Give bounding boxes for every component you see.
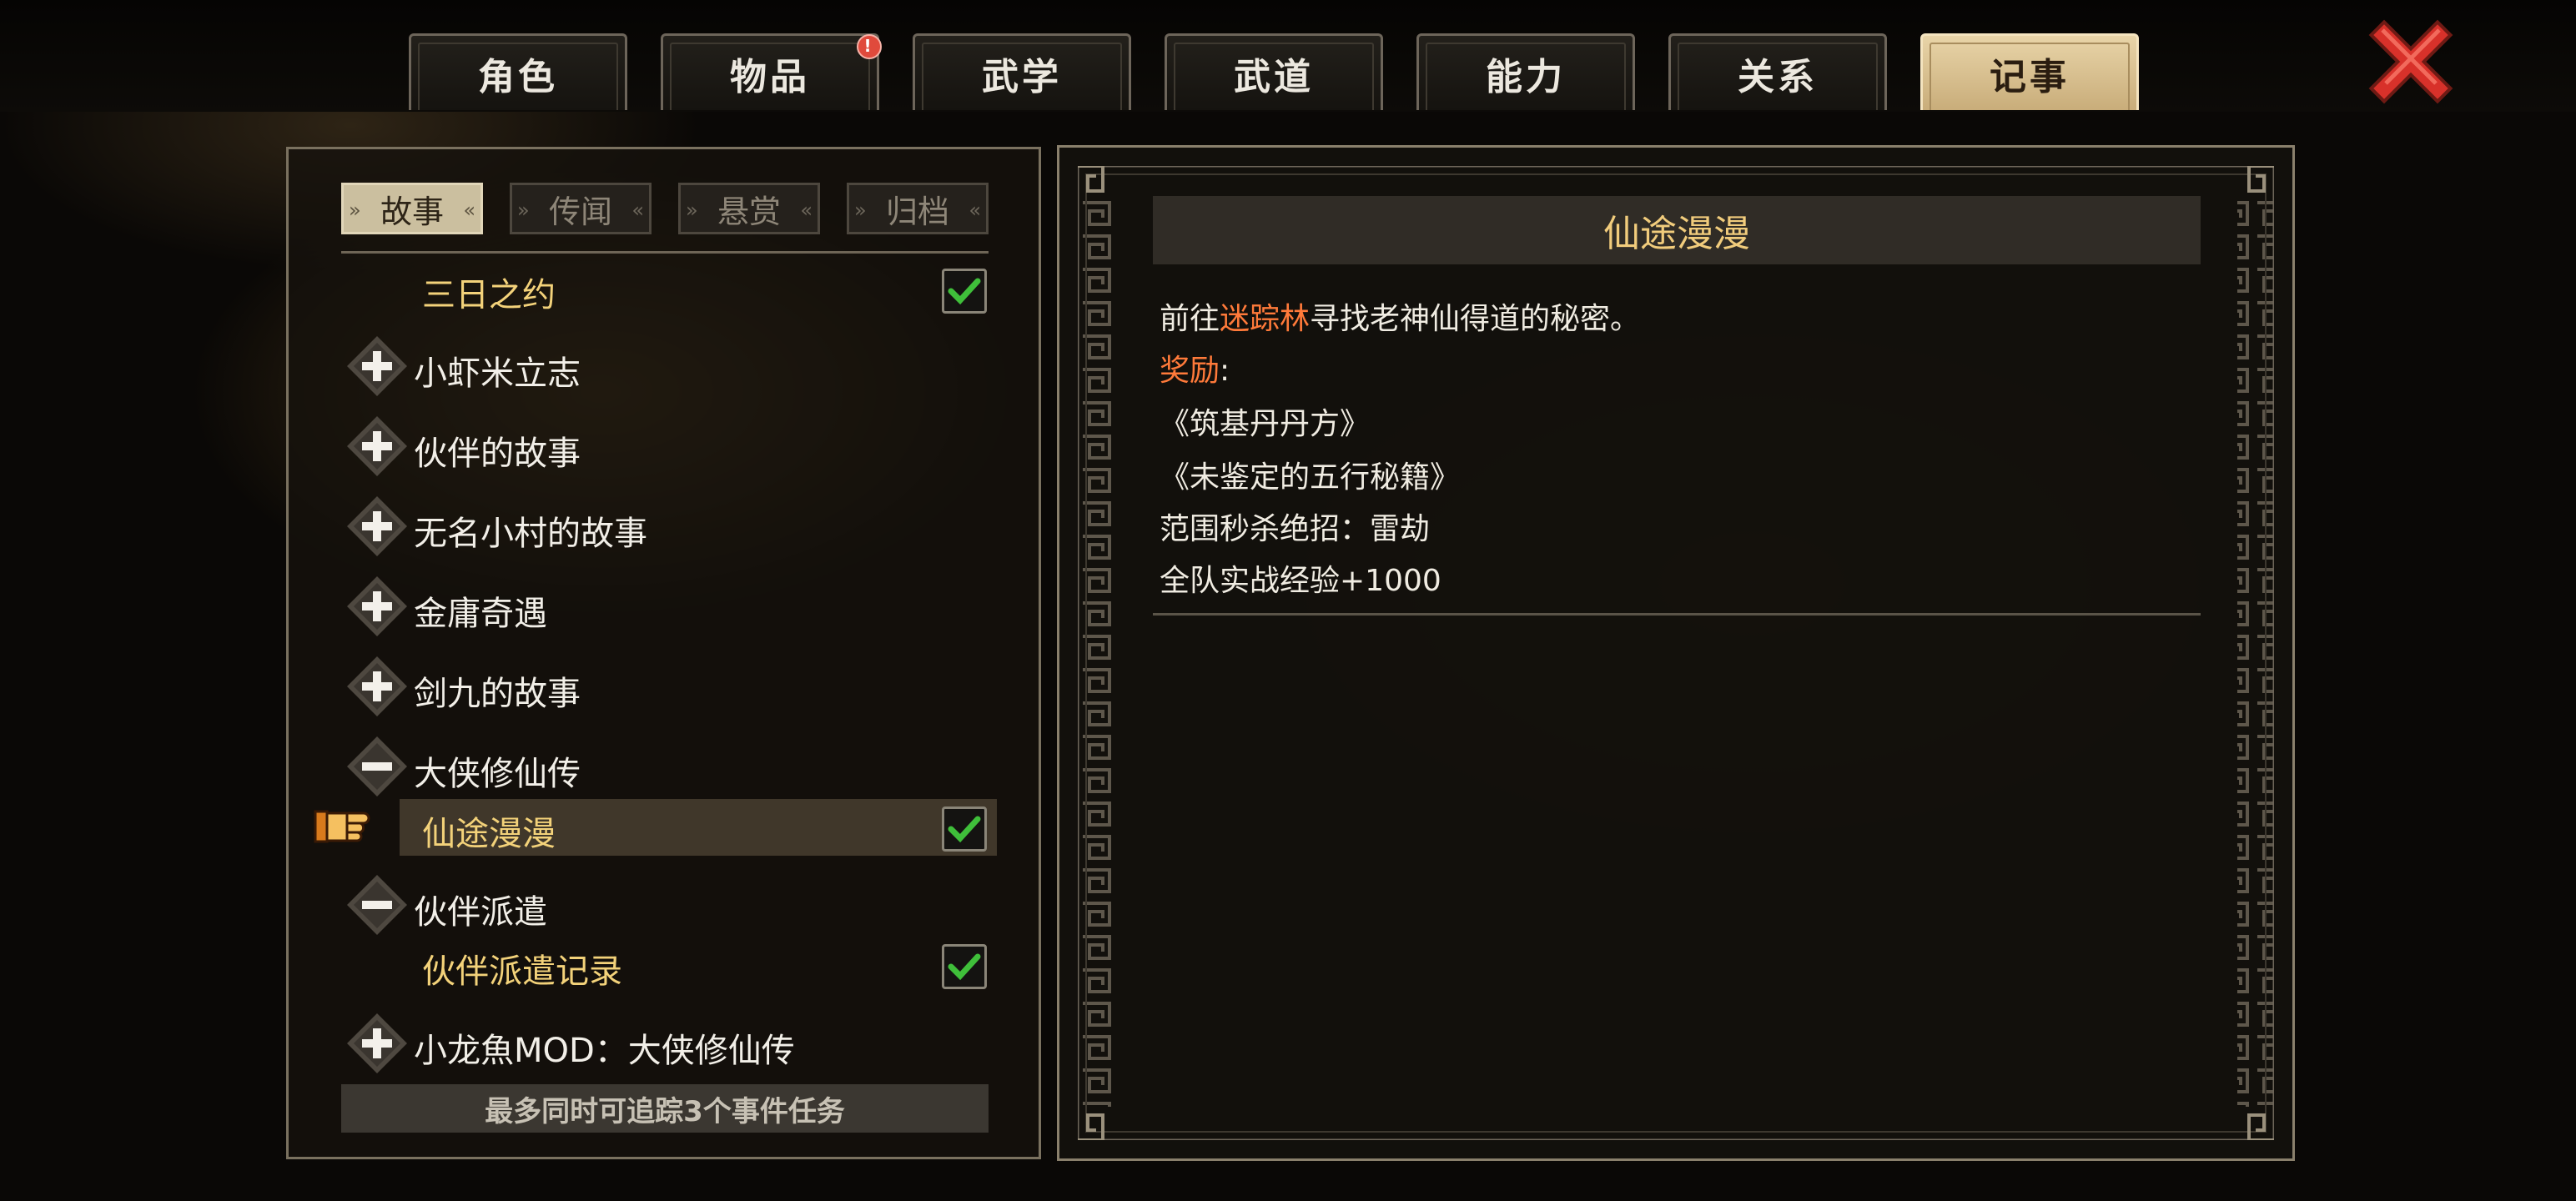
pointing-hand-icon — [314, 803, 380, 850]
plus-icon — [347, 496, 407, 556]
detail-divider — [1153, 613, 2201, 616]
group-item-label[interactable]: 剑九的故事 — [414, 666, 581, 715]
expand-toggle[interactable] — [345, 1012, 409, 1075]
group-item-label[interactable]: 小龙魚MOD：大侠修仙传 — [414, 1023, 795, 1072]
plus-icon — [347, 416, 407, 476]
group-item-label[interactable]: 金庸奇遇 — [414, 586, 547, 635]
quest-description: 前往迷踪林寻找老神仙得道的秘密。 — [1160, 302, 1641, 336]
expand-toggle[interactable] — [345, 334, 409, 398]
plus-icon — [347, 656, 407, 716]
tab-relations[interactable]: 关系 — [1668, 33, 1887, 110]
minus-icon — [347, 875, 407, 935]
track-checkbox[interactable] — [942, 807, 987, 852]
notification-badge: ! — [857, 34, 882, 59]
divider — [341, 251, 989, 254]
quest-list-panel: » 故事 « » 传闻 « » 悬赏 « » 归档 « 三日之约 小虾米立志 伙伴的故事 无名小… — [286, 147, 1041, 1159]
group-item-label[interactable]: 无名小村的故事 — [414, 506, 647, 555]
reward-item: 全队实战经验+1000 — [1160, 564, 1441, 598]
reward-item: 范围秒杀绝招：雷劫 — [1160, 512, 1431, 546]
expand-toggle[interactable] — [345, 655, 409, 718]
tab-journal[interactable]: 记事 — [1920, 33, 2139, 110]
track-checkbox[interactable] — [942, 944, 987, 989]
tracking-limit-note: 最多同时可追踪3个事件任务 — [341, 1084, 989, 1133]
expand-toggle[interactable] — [345, 495, 409, 558]
expand-toggle[interactable] — [345, 575, 409, 638]
location-highlight: 迷踪林 — [1220, 302, 1311, 336]
reward-heading: 奖励: — [1160, 354, 1230, 388]
plus-icon — [347, 576, 407, 636]
checkmark-icon — [948, 953, 981, 981]
group-item-label[interactable]: 小虾米立志 — [414, 346, 581, 394]
collapse-toggle[interactable] — [345, 735, 409, 798]
subtab-stories[interactable]: » 故事 « — [341, 183, 483, 234]
quest-item-label[interactable]: 三日之约 — [422, 268, 556, 316]
group-item-label[interactable]: 大侠修仙传 — [414, 746, 581, 795]
close-button[interactable] — [2367, 18, 2454, 105]
tab-abilities[interactable]: 能力 — [1416, 33, 1635, 110]
reward-item: 《筑基丹丹方》 — [1160, 407, 1371, 441]
collapse-toggle[interactable] — [345, 873, 409, 937]
quest-item-label[interactable]: 伙伴派遣记录 — [422, 944, 622, 992]
plus-icon — [347, 1013, 407, 1073]
minus-icon — [347, 736, 407, 796]
subtab-bounties[interactable]: » 悬赏 « — [678, 183, 820, 234]
quest-item-label-selected[interactable]: 仙途漫漫 — [422, 807, 556, 855]
subtab-rumors[interactable]: » 传闻 « — [510, 183, 652, 234]
close-x-icon — [2368, 19, 2453, 104]
subtab-archive[interactable]: » 归档 « — [847, 183, 989, 234]
quest-title: 仙途漫漫 — [1153, 196, 2201, 264]
expand-toggle[interactable] — [345, 415, 409, 478]
track-checkbox[interactable] — [942, 269, 987, 314]
checkmark-icon — [948, 816, 981, 843]
quest-detail-panel: 仙途漫漫 前往迷踪林寻找老神仙得道的秘密。 奖励: 《筑基丹丹方》 《未鉴定的五… — [1057, 145, 2295, 1161]
group-item-label[interactable]: 伙伴的故事 — [414, 426, 581, 475]
tab-martial-arts[interactable]: 武学 — [913, 33, 1131, 110]
reward-item: 《未鉴定的五行秘籍》 — [1160, 460, 1461, 495]
tab-items[interactable]: 物品! — [661, 33, 882, 110]
checkmark-icon — [948, 278, 981, 305]
tab-character[interactable]: 角色 — [409, 33, 627, 110]
group-item-label[interactable]: 伙伴派遣 — [414, 885, 547, 933]
tab-martial-way[interactable]: 武道 — [1165, 33, 1383, 110]
plus-icon — [347, 336, 407, 396]
